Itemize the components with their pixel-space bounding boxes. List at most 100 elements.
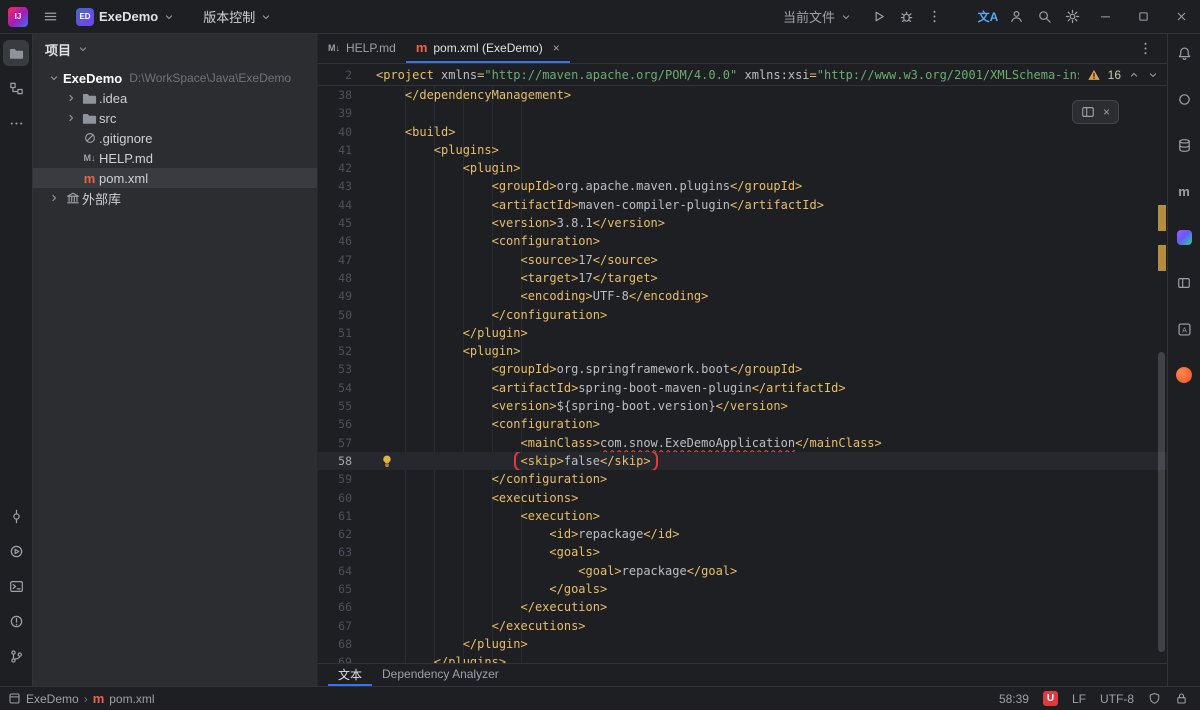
- code-line[interactable]: 40 <build>: [318, 123, 1167, 141]
- code-line[interactable]: 50 </configuration>: [318, 306, 1167, 324]
- problems-tool-button[interactable]: [3, 608, 29, 634]
- lock-icon[interactable]: [1175, 692, 1188, 705]
- code-line[interactable]: 53 <groupId>org.springframework.boot</gr…: [318, 360, 1167, 378]
- status-breadcrumbs[interactable]: ExeDemo › m pom.xml: [8, 692, 155, 706]
- code-line[interactable]: 48 <target>17</target>: [318, 269, 1167, 287]
- code-line[interactable]: 67 </executions>: [318, 617, 1167, 635]
- code-line[interactable]: 52 <plugin>: [318, 342, 1167, 360]
- build-tool-button[interactable]: [1171, 86, 1197, 112]
- tree-item[interactable]: M↓HELP.md: [33, 148, 317, 168]
- code-line[interactable]: 43 <groupId>org.apache.maven.plugins</gr…: [318, 177, 1167, 195]
- code-line[interactable]: 42 <plugin>: [318, 159, 1167, 177]
- bottom-tab[interactable]: Dependency Analyzer: [372, 664, 509, 686]
- notifications-button[interactable]: [1171, 40, 1197, 66]
- editor-tab[interactable]: mpom.xml (ExeDemo)×: [406, 34, 570, 63]
- tab-label: HELP.md: [346, 41, 396, 55]
- scrollbar-warning-mark[interactable]: [1158, 245, 1166, 271]
- code-line[interactable]: 57 <mainClass>com.snow.ExeDemoApplicatio…: [318, 434, 1167, 452]
- maximize-button[interactable]: [1124, 0, 1162, 34]
- code-line[interactable]: 46 <configuration>: [318, 232, 1167, 250]
- debug-button[interactable]: [892, 4, 920, 30]
- more-actions-icon[interactable]: [920, 4, 948, 30]
- code-line[interactable]: 39: [318, 104, 1167, 122]
- inspection-widget[interactable]: 16: [1079, 64, 1161, 85]
- next-problem-icon[interactable]: [1147, 69, 1159, 81]
- prev-problem-icon[interactable]: [1128, 69, 1140, 81]
- code-line[interactable]: 59 </configuration>: [318, 470, 1167, 488]
- line-separator[interactable]: LF: [1072, 692, 1086, 706]
- code-line[interactable]: 66 </execution>: [318, 598, 1167, 616]
- tree-item[interactable]: 外部库: [33, 188, 317, 208]
- code-line[interactable]: 62 <id>repackage</id>: [318, 525, 1167, 543]
- code-line[interactable]: 63 <goals>: [318, 543, 1167, 561]
- plugin-tool-button[interactable]: [1171, 270, 1197, 296]
- breadcrumb-project[interactable]: ExeDemo: [26, 692, 79, 706]
- code-line[interactable]: 55 <version>${spring-boot.version}</vers…: [318, 397, 1167, 415]
- close-icon[interactable]: ×: [553, 42, 560, 54]
- caret-position[interactable]: 58:39: [999, 692, 1029, 706]
- code-line[interactable]: 61 <execution>: [318, 507, 1167, 525]
- vcs-widget[interactable]: 版本控制: [197, 4, 278, 30]
- code-line[interactable]: 47 <source>17</source>: [318, 251, 1167, 269]
- scrollbar-warning-mark[interactable]: [1158, 205, 1166, 231]
- editor-scrollbar[interactable]: [1158, 352, 1165, 652]
- breadcrumb-file[interactable]: pom.xml: [109, 692, 154, 706]
- file-encoding[interactable]: UTF-8: [1100, 692, 1134, 706]
- project-panel-header[interactable]: 项目: [33, 34, 317, 64]
- project-tool-button[interactable]: [3, 40, 29, 66]
- sticky-line[interactable]: 2 <project xmlns="http://maven.apache.or…: [318, 64, 1167, 86]
- settings-gear-icon[interactable]: [1058, 4, 1086, 30]
- minimize-button[interactable]: [1086, 0, 1124, 34]
- editor-floating-toolbar[interactable]: ×: [1072, 100, 1119, 124]
- floating-widget-icon[interactable]: [1081, 105, 1095, 119]
- services-tool-button[interactable]: [3, 538, 29, 564]
- translation-tool-button[interactable]: A: [1171, 316, 1197, 342]
- terminal-tool-button[interactable]: [3, 573, 29, 599]
- tab-options-icon[interactable]: [1131, 36, 1159, 62]
- ai-assistant-icon: [1177, 230, 1192, 245]
- close-icon[interactable]: ×: [1103, 106, 1110, 118]
- code-editor[interactable]: 38 </dependencyManagement>3940 <build>41…: [318, 86, 1167, 663]
- code-line[interactable]: 44 <artifactId>maven-compiler-plugin</ar…: [318, 196, 1167, 214]
- close-window-button[interactable]: [1162, 0, 1200, 34]
- plugin-orange-button[interactable]: [1171, 362, 1197, 388]
- code-line[interactable]: 45 <version>3.8.1</version>: [318, 214, 1167, 232]
- code-line[interactable]: 69 </plugins>: [318, 653, 1167, 663]
- code-line[interactable]: 54 <artifactId>spring-boot-maven-plugin<…: [318, 379, 1167, 397]
- tree-item[interactable]: src: [33, 108, 317, 128]
- tree-item[interactable]: .gitignore: [33, 128, 317, 148]
- code-line[interactable]: 58 <skip>false</skip>: [318, 452, 1167, 470]
- version-control-tool-button[interactable]: [3, 643, 29, 669]
- tree-item[interactable]: .idea: [33, 88, 317, 108]
- more-tool-windows-button[interactable]: [3, 110, 29, 136]
- commit-tool-button[interactable]: [3, 503, 29, 529]
- code-line[interactable]: 56 <configuration>: [318, 415, 1167, 433]
- editor-tab[interactable]: M↓HELP.md: [318, 34, 406, 63]
- logo-text: IJ: [15, 12, 22, 21]
- ai-assistant-button[interactable]: [1171, 224, 1197, 250]
- search-icon[interactable]: [1030, 4, 1058, 30]
- chevron-down-icon: [163, 11, 175, 23]
- maven-tool-button[interactable]: m: [1171, 178, 1197, 204]
- shield-icon[interactable]: [1148, 692, 1161, 705]
- code-line[interactable]: 60 <executions>: [318, 489, 1167, 507]
- project-widget[interactable]: ED ExeDemo: [70, 4, 181, 30]
- run-config-selector[interactable]: 当前文件: [777, 4, 858, 30]
- code-line[interactable]: 65 </goals>: [318, 580, 1167, 598]
- structure-tool-button[interactable]: [3, 75, 29, 101]
- code-line[interactable]: 51 </plugin>: [318, 324, 1167, 342]
- database-tool-button[interactable]: [1171, 132, 1197, 158]
- translate-button[interactable]: 文A: [974, 4, 1002, 30]
- code-line[interactable]: 49 <encoding>UTF-8</encoding>: [318, 287, 1167, 305]
- account-icon[interactable]: [1002, 4, 1030, 30]
- run-button[interactable]: [864, 4, 892, 30]
- code-line[interactable]: 38 </dependencyManagement>: [318, 86, 1167, 104]
- code-line[interactable]: 68 </plugin>: [318, 635, 1167, 653]
- youdao-translate-icon[interactable]: U: [1043, 691, 1058, 706]
- code-line[interactable]: 41 <plugins>: [318, 141, 1167, 159]
- bottom-tab[interactable]: 文本: [328, 664, 372, 686]
- main-menu-icon[interactable]: [36, 4, 64, 30]
- tree-item[interactable]: mpom.xml: [33, 168, 317, 188]
- code-line[interactable]: 64 <goal>repackage</goal>: [318, 562, 1167, 580]
- tree-item[interactable]: ExeDemoD:\WorkSpace\Java\ExeDemo: [33, 68, 317, 88]
